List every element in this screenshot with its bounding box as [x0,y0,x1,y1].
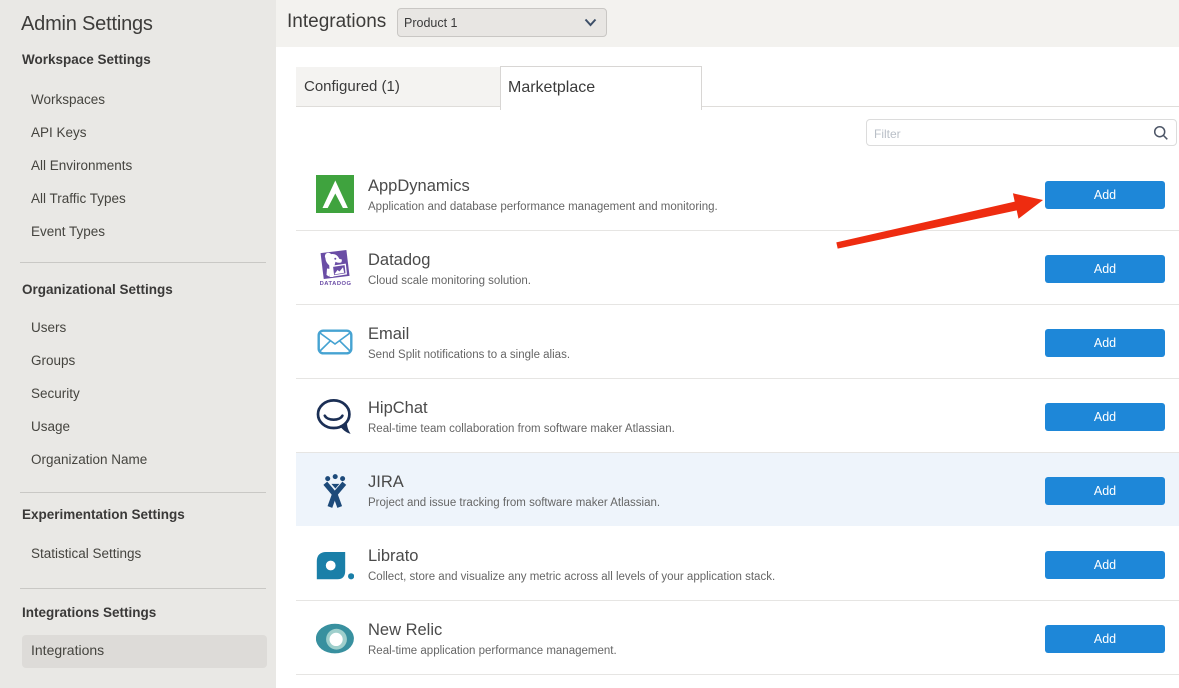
svg-text:DATADOG: DATADOG [320,281,352,287]
